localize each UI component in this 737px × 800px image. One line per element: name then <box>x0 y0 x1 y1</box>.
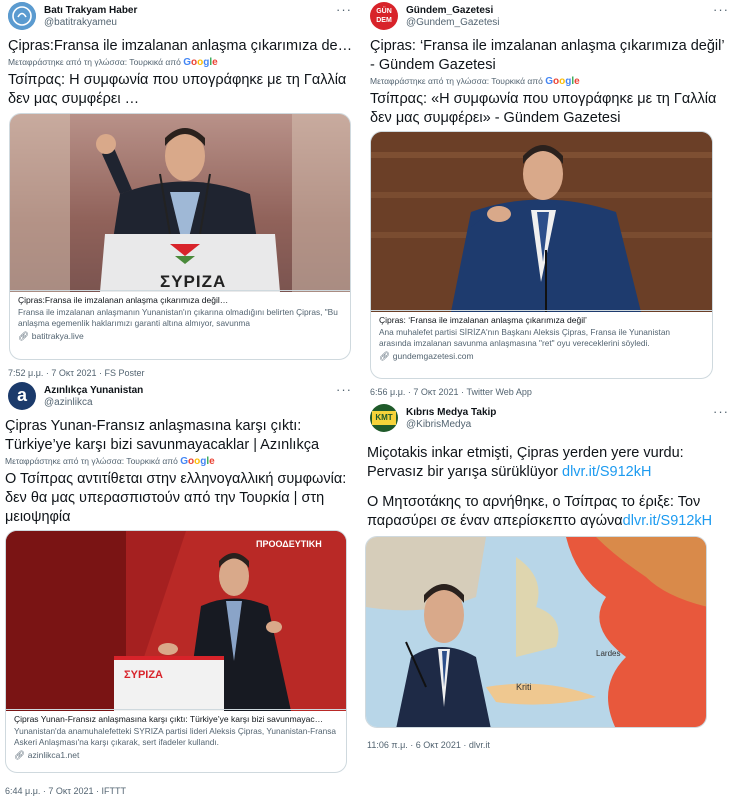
card-image: ΣΥΡΙΖΑ <box>10 114 350 292</box>
translation-note: Μεταφράστηκε από τη γλώσσα: Τουρκικά από… <box>370 76 580 87</box>
card-description: Ana muhalefet partisi SİRİZA'nın Başkanı… <box>379 327 671 348</box>
google-logo: Google <box>180 456 215 467</box>
more-options-icon[interactable]: ··· <box>336 382 352 397</box>
card-title: Çipras Yunan-Fransız anlaşmasına karşı ç… <box>14 714 324 724</box>
tweet-text-original: Çipras: ‘Fransa ile imzalanan anlaşma çı… <box>370 38 725 73</box>
card-image: ΠΡΟΟΔΕΥΤΙΚΗ ΣΥΡΙΖΑ <box>6 531 346 711</box>
tweet-header: GÜN DEM Gündem_Gazetesi @Gundem_Gazetesi… <box>370 2 729 32</box>
card-body: Çipras:Fransa ile imzalanan anlaşma çıka… <box>10 290 350 359</box>
user-handle[interactable]: @batitrakyameu <box>44 17 117 28</box>
tweet-text-translated: Τσίπρας: «Η συμφωνία που υπογράφηκε με τ… <box>370 91 717 126</box>
link-card[interactable]: ΣΥΡΙΖΑ Çipras:Fransa ile imzalanan anlaş… <box>9 113 351 360</box>
avatar[interactable] <box>8 2 36 30</box>
tweet-text-translated: Τσίπρας: Η συμφωνία που υπογράφηκε με τη… <box>8 72 347 107</box>
more-options-icon[interactable]: ··· <box>713 2 729 17</box>
translation-label: Μεταφράστηκε από τη γλώσσα: Τουρκικά από <box>370 76 543 86</box>
map-photo <box>366 537 706 727</box>
tweet-text-translated: Ο Μητσοτάκης το αρνήθηκε, ο Τσίπρας το έ… <box>367 493 727 531</box>
card-body: Çipras: ‘Fransa ile imzalanan anlaşma çı… <box>371 310 712 378</box>
tweet-meta[interactable]: 11:06 π.μ. · 6 Οκτ 2021 · dlvr.it <box>367 740 490 750</box>
card-title: Çipras: ‘Fransa ile imzalanan anlaşma çı… <box>379 315 587 325</box>
card-description: Yunanistan'da anamuhalefetteki SYRIZA pa… <box>14 726 336 747</box>
card-description: Fransa ile imzalanan anlaşmanın Yunanist… <box>18 307 338 328</box>
speaker-photo <box>371 132 712 312</box>
kmt-logo-icon: KMT <box>372 411 396 425</box>
tweet-header: a Azınlıkça Yunanistan @azinlikca ··· <box>8 382 352 412</box>
link-card[interactable]: ΠΡΟΟΔΕΥΤΙΚΗ ΣΥΡΙΖΑ Çipras Yunan-Fransız … <box>5 530 347 773</box>
more-options-icon[interactable]: ··· <box>713 404 729 419</box>
map-label-kriti: Kriti <box>516 682 532 692</box>
link-icon: 🔗︎ <box>379 351 390 361</box>
azinlikca-logo-icon: a <box>16 385 27 405</box>
gundem-logo-icon: GÜN DEM <box>376 8 392 24</box>
user-name[interactable]: Kıbrıs Medya Takip <box>406 407 496 418</box>
more-options-icon[interactable]: ··· <box>336 2 352 17</box>
tweet-meta[interactable]: 6:44 μ.μ. · 7 Οκτ 2021 · IFTTT <box>5 786 126 796</box>
tweet-gundem: GÜN DEM Gündem_Gazetesi @Gundem_Gazetesi… <box>362 0 737 402</box>
card-body: Çipras Yunan-Fransız anlaşmasına karşı ç… <box>6 709 346 772</box>
card-domain: batitrakya.live <box>31 331 84 341</box>
tweet-header: KMT Kıbrıs Medya Takip @KibrisMedya ··· <box>370 404 729 434</box>
user-name[interactable]: Azınlıkça Yunanistan <box>44 385 143 396</box>
card-image <box>371 132 712 312</box>
card-domain: azinlikca1.net <box>27 750 80 760</box>
user-handle[interactable]: @azinlikca <box>44 397 93 408</box>
google-logo: Google <box>545 76 580 87</box>
speaker-photo <box>6 531 346 711</box>
banner-label: ΠΡΟΟΔΕΥΤΙΚΗ <box>256 539 322 549</box>
map-label-lardes: Lardes <box>596 649 621 658</box>
card-domain-row[interactable]: 🔗︎ azinlikca1.net <box>14 750 338 761</box>
tweet-text-original: Çipras Yunan-Fransız anlaşmasına karşı ç… <box>5 418 320 453</box>
media-image[interactable]: Lardes Kriti <box>365 536 707 728</box>
translation-label: Μεταφράστηκε από τη γλώσσα: Τουρκικά από <box>5 456 178 466</box>
tweet-header: Batı Trakyam Haber @batitrakyameu ··· <box>8 2 352 32</box>
avatar[interactable]: KMT <box>370 404 398 432</box>
tweet-meta[interactable]: 7:52 μ.μ. · 7 Οκτ 2021 · FS Poster <box>8 368 144 378</box>
tweet-link-translated[interactable]: dlvr.it/S912kH <box>623 513 712 529</box>
link-card[interactable]: Çipras: ‘Fransa ile imzalanan anlaşma çı… <box>370 131 713 379</box>
card-domain-row[interactable]: 🔗︎ gundemgazetesi.com <box>379 351 704 362</box>
avatar[interactable]: GÜN DEM <box>370 2 398 30</box>
translation-note: Μεταφράστηκε από τη γλώσσα: Τουρκικά από… <box>5 456 215 467</box>
user-name[interactable]: Batı Trakyam Haber <box>44 5 137 16</box>
link-icon: 🔗︎ <box>14 750 25 760</box>
google-logo: Google <box>183 57 218 68</box>
card-domain-row[interactable]: 🔗︎ batitrakya.live <box>18 331 342 342</box>
tweet-kibrismedya: KMT Kıbrıs Medya Takip @KibrisMedya ··· … <box>362 402 737 800</box>
translation-label: Μεταφράστηκε από τη γλώσσα: Τουρκικά από <box>8 57 181 67</box>
avatar[interactable]: a <box>8 382 36 410</box>
user-handle[interactable]: @Gundem_Gazetesi <box>406 17 500 28</box>
card-title: Çipras:Fransa ile imzalanan anlaşma çıka… <box>18 295 229 305</box>
user-name[interactable]: Gündem_Gazetesi <box>406 5 493 16</box>
tweet-link[interactable]: dlvr.it/S912kH <box>562 464 651 480</box>
user-handle[interactable]: @KibrisMedya <box>406 419 471 430</box>
translation-note: Μεταφράστηκε από τη γλώσσα: Τουρκικά από… <box>8 57 218 68</box>
link-icon: 🔗︎ <box>18 331 29 341</box>
tweet-batitrakya: Batı Trakyam Haber @batitrakyameu ··· Çi… <box>0 0 360 382</box>
batitrakya-logo-icon <box>8 2 36 30</box>
tweet-text-original: Çipras:Fransa ile imzalanan anlaşma çıka… <box>8 38 353 54</box>
tweet-text-translated: Ο Τσίπρας αντιτίθεται στην ελληνογαλλική… <box>5 471 347 525</box>
tweet-meta[interactable]: 6:56 μ.μ. · 7 Οκτ 2021 · Twitter Web App <box>370 387 532 397</box>
podium-label: ΣΥΡΙΖΑ <box>160 272 227 291</box>
tweet-text-original: Miçotakis inkar etmişti, Çipras yerden y… <box>367 444 727 482</box>
card-domain: gundemgazetesi.com <box>392 351 474 361</box>
tweet-azinlikca: a Azınlıkça Yunanistan @azinlikca ··· Çi… <box>0 380 360 800</box>
podium-label: ΣΥΡΙΖΑ <box>124 669 163 681</box>
speaker-photo <box>10 114 350 292</box>
